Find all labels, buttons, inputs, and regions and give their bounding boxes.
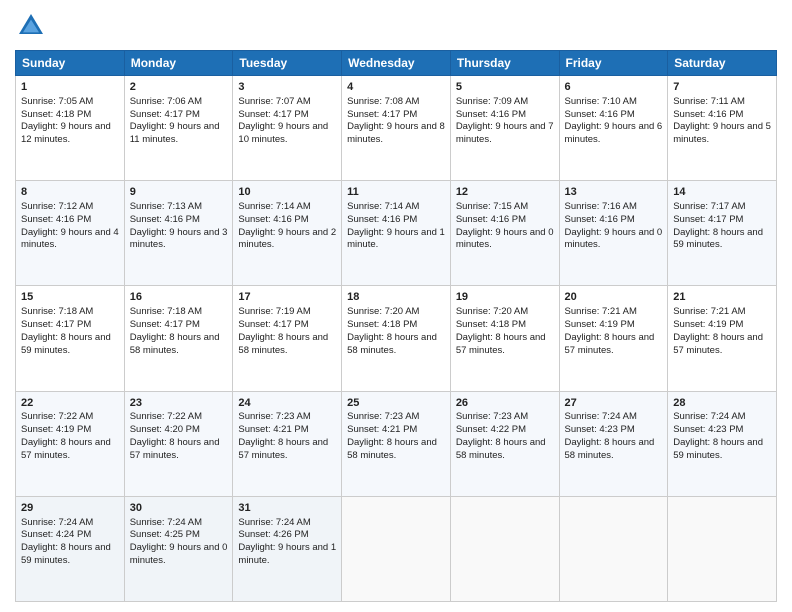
calendar-cell: 9Sunrise: 7:13 AMSunset: 4:16 PMDaylight… bbox=[124, 181, 233, 286]
day-number: 25 bbox=[347, 396, 445, 411]
day-number: 1 bbox=[21, 80, 119, 95]
day-number: 31 bbox=[238, 501, 336, 516]
calendar-cell: 29Sunrise: 7:24 AMSunset: 4:24 PMDayligh… bbox=[16, 496, 125, 601]
calendar-table: SundayMondayTuesdayWednesdayThursdayFrid… bbox=[15, 50, 777, 602]
day-header-friday: Friday bbox=[559, 51, 668, 76]
calendar-week-2: 8Sunrise: 7:12 AMSunset: 4:16 PMDaylight… bbox=[16, 181, 777, 286]
calendar-cell: 14Sunrise: 7:17 AMSunset: 4:17 PMDayligh… bbox=[668, 181, 777, 286]
calendar-cell: 23Sunrise: 7:22 AMSunset: 4:20 PMDayligh… bbox=[124, 391, 233, 496]
day-number: 5 bbox=[456, 80, 554, 95]
calendar-cell bbox=[559, 496, 668, 601]
day-number: 2 bbox=[130, 80, 228, 95]
calendar-cell: 30Sunrise: 7:24 AMSunset: 4:25 PMDayligh… bbox=[124, 496, 233, 601]
day-number: 11 bbox=[347, 185, 445, 200]
calendar-cell: 20Sunrise: 7:21 AMSunset: 4:19 PMDayligh… bbox=[559, 286, 668, 391]
calendar-cell: 7Sunrise: 7:11 AMSunset: 4:16 PMDaylight… bbox=[668, 76, 777, 181]
day-header-tuesday: Tuesday bbox=[233, 51, 342, 76]
calendar-cell: 24Sunrise: 7:23 AMSunset: 4:21 PMDayligh… bbox=[233, 391, 342, 496]
calendar-cell: 4Sunrise: 7:08 AMSunset: 4:17 PMDaylight… bbox=[342, 76, 451, 181]
calendar-week-3: 15Sunrise: 7:18 AMSunset: 4:17 PMDayligh… bbox=[16, 286, 777, 391]
day-header-sunday: Sunday bbox=[16, 51, 125, 76]
day-number: 18 bbox=[347, 290, 445, 305]
page: SundayMondayTuesdayWednesdayThursdayFrid… bbox=[0, 0, 792, 612]
day-number: 30 bbox=[130, 501, 228, 516]
day-number: 27 bbox=[565, 396, 663, 411]
calendar-cell: 21Sunrise: 7:21 AMSunset: 4:19 PMDayligh… bbox=[668, 286, 777, 391]
calendar-cell: 16Sunrise: 7:18 AMSunset: 4:17 PMDayligh… bbox=[124, 286, 233, 391]
calendar-cell: 19Sunrise: 7:20 AMSunset: 4:18 PMDayligh… bbox=[450, 286, 559, 391]
day-number: 9 bbox=[130, 185, 228, 200]
calendar-cell bbox=[342, 496, 451, 601]
day-header-saturday: Saturday bbox=[668, 51, 777, 76]
calendar-cell: 15Sunrise: 7:18 AMSunset: 4:17 PMDayligh… bbox=[16, 286, 125, 391]
day-number: 15 bbox=[21, 290, 119, 305]
day-number: 20 bbox=[565, 290, 663, 305]
calendar-cell: 11Sunrise: 7:14 AMSunset: 4:16 PMDayligh… bbox=[342, 181, 451, 286]
day-header-wednesday: Wednesday bbox=[342, 51, 451, 76]
calendar-week-5: 29Sunrise: 7:24 AMSunset: 4:24 PMDayligh… bbox=[16, 496, 777, 601]
calendar-body: 1Sunrise: 7:05 AMSunset: 4:18 PMDaylight… bbox=[16, 76, 777, 602]
calendar-cell: 2Sunrise: 7:06 AMSunset: 4:17 PMDaylight… bbox=[124, 76, 233, 181]
day-number: 12 bbox=[456, 185, 554, 200]
day-number: 19 bbox=[456, 290, 554, 305]
day-number: 16 bbox=[130, 290, 228, 305]
day-number: 3 bbox=[238, 80, 336, 95]
logo-icon bbox=[15, 10, 47, 42]
calendar-cell: 3Sunrise: 7:07 AMSunset: 4:17 PMDaylight… bbox=[233, 76, 342, 181]
calendar-cell: 18Sunrise: 7:20 AMSunset: 4:18 PMDayligh… bbox=[342, 286, 451, 391]
day-number: 7 bbox=[673, 80, 771, 95]
header bbox=[15, 10, 777, 42]
calendar-cell: 13Sunrise: 7:16 AMSunset: 4:16 PMDayligh… bbox=[559, 181, 668, 286]
day-number: 28 bbox=[673, 396, 771, 411]
calendar-cell bbox=[668, 496, 777, 601]
day-number: 6 bbox=[565, 80, 663, 95]
calendar-cell: 22Sunrise: 7:22 AMSunset: 4:19 PMDayligh… bbox=[16, 391, 125, 496]
calendar-cell: 10Sunrise: 7:14 AMSunset: 4:16 PMDayligh… bbox=[233, 181, 342, 286]
day-number: 26 bbox=[456, 396, 554, 411]
logo bbox=[15, 10, 51, 42]
calendar-cell: 12Sunrise: 7:15 AMSunset: 4:16 PMDayligh… bbox=[450, 181, 559, 286]
calendar-cell: 1Sunrise: 7:05 AMSunset: 4:18 PMDaylight… bbox=[16, 76, 125, 181]
day-number: 21 bbox=[673, 290, 771, 305]
day-number: 10 bbox=[238, 185, 336, 200]
day-number: 22 bbox=[21, 396, 119, 411]
calendar-week-4: 22Sunrise: 7:22 AMSunset: 4:19 PMDayligh… bbox=[16, 391, 777, 496]
calendar-cell: 26Sunrise: 7:23 AMSunset: 4:22 PMDayligh… bbox=[450, 391, 559, 496]
day-number: 4 bbox=[347, 80, 445, 95]
calendar-week-1: 1Sunrise: 7:05 AMSunset: 4:18 PMDaylight… bbox=[16, 76, 777, 181]
day-number: 17 bbox=[238, 290, 336, 305]
calendar-cell: 31Sunrise: 7:24 AMSunset: 4:26 PMDayligh… bbox=[233, 496, 342, 601]
day-header-thursday: Thursday bbox=[450, 51, 559, 76]
calendar-cell: 8Sunrise: 7:12 AMSunset: 4:16 PMDaylight… bbox=[16, 181, 125, 286]
calendar-cell: 6Sunrise: 7:10 AMSunset: 4:16 PMDaylight… bbox=[559, 76, 668, 181]
day-header-monday: Monday bbox=[124, 51, 233, 76]
day-number: 24 bbox=[238, 396, 336, 411]
day-number: 29 bbox=[21, 501, 119, 516]
calendar-cell: 5Sunrise: 7:09 AMSunset: 4:16 PMDaylight… bbox=[450, 76, 559, 181]
day-number: 13 bbox=[565, 185, 663, 200]
calendar-cell bbox=[450, 496, 559, 601]
calendar-header-row: SundayMondayTuesdayWednesdayThursdayFrid… bbox=[16, 51, 777, 76]
calendar-cell: 17Sunrise: 7:19 AMSunset: 4:17 PMDayligh… bbox=[233, 286, 342, 391]
day-number: 8 bbox=[21, 185, 119, 200]
calendar-cell: 25Sunrise: 7:23 AMSunset: 4:21 PMDayligh… bbox=[342, 391, 451, 496]
calendar-cell: 28Sunrise: 7:24 AMSunset: 4:23 PMDayligh… bbox=[668, 391, 777, 496]
calendar-cell: 27Sunrise: 7:24 AMSunset: 4:23 PMDayligh… bbox=[559, 391, 668, 496]
day-number: 14 bbox=[673, 185, 771, 200]
day-number: 23 bbox=[130, 396, 228, 411]
